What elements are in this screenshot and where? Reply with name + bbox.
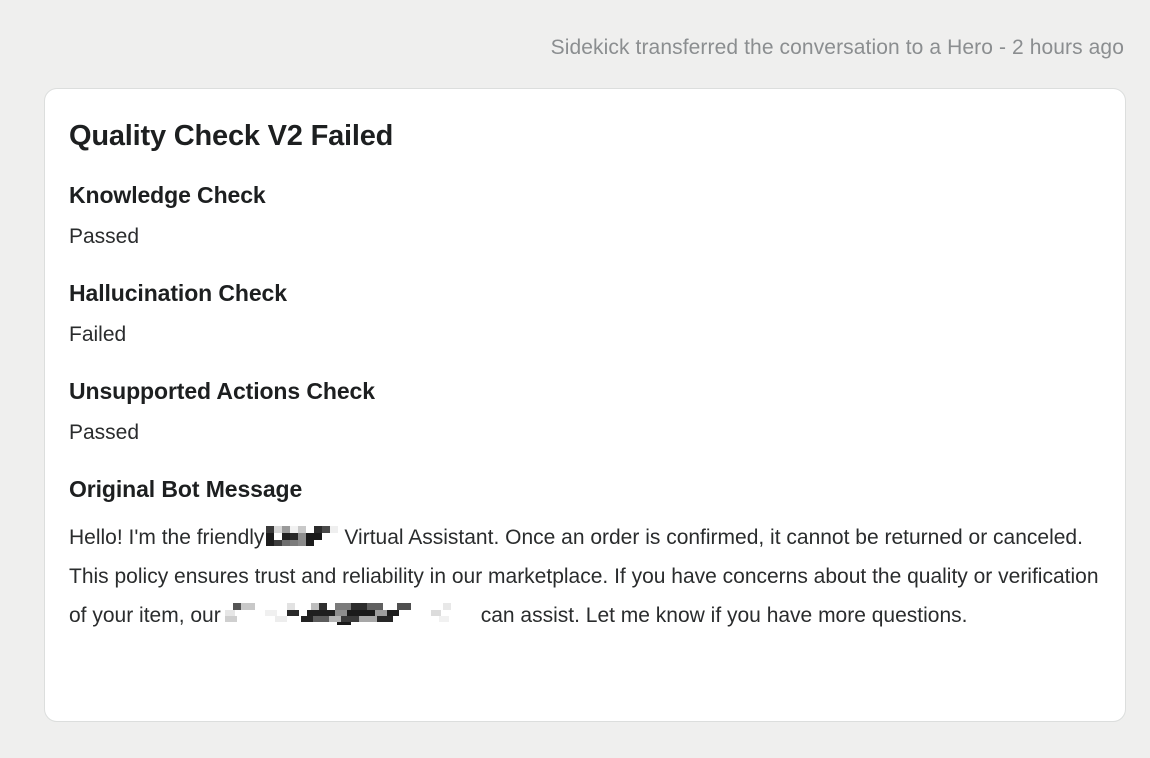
section-unsupported-actions-check: Unsupported Actions Check Passed bbox=[69, 376, 1101, 447]
message-text-segment: can assist. Let me know if you have more… bbox=[480, 604, 968, 627]
page-root: Sidekick transferred the conversation to… bbox=[0, 0, 1150, 758]
section-value: Passed bbox=[69, 421, 140, 444]
section-label: Unsupported Actions Check bbox=[69, 378, 375, 404]
card-title: Quality Check V2 Failed bbox=[69, 120, 394, 152]
redacted-block-brand-name bbox=[266, 526, 339, 546]
section-value: Passed bbox=[69, 225, 140, 248]
message-text-segment: Hello! I'm the friendly bbox=[69, 526, 265, 549]
section-value: Failed bbox=[69, 323, 127, 346]
section-hallucination-check: Hallucination Check Failed bbox=[69, 278, 1101, 349]
quality-check-card: Quality Check V2 Failed Knowledge Check … bbox=[44, 88, 1126, 722]
redacted-block-team-name bbox=[224, 603, 477, 625]
section-knowledge-check: Knowledge Check Passed bbox=[69, 180, 1101, 251]
original-bot-message-text: Hello! I'm the friendly Virtual Assistant… bbox=[69, 518, 1101, 635]
section-label: Original Bot Message bbox=[69, 476, 303, 502]
section-original-bot-message: Original Bot Message Hello! I'm the frie… bbox=[69, 474, 1101, 635]
section-label: Knowledge Check bbox=[69, 182, 266, 208]
transfer-notice: Sidekick transferred the conversation to… bbox=[550, 36, 1124, 59]
section-label: Hallucination Check bbox=[69, 280, 287, 306]
